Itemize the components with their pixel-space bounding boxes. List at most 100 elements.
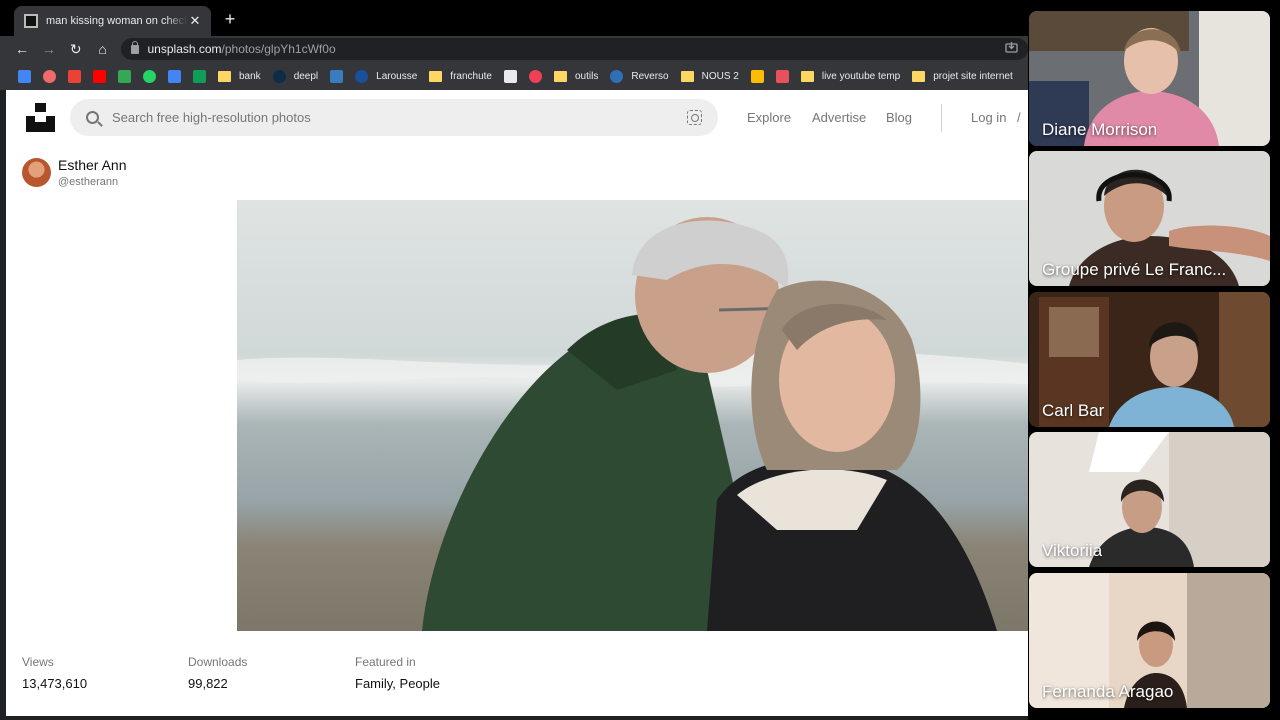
stat-views-label: Views xyxy=(22,655,54,669)
bookmark-item[interactable] xyxy=(43,66,56,86)
participant-name: Diane Morrison xyxy=(1042,120,1158,139)
stat-downloads-value: 99,822 xyxy=(188,676,228,691)
author-name[interactable]: Esther Ann xyxy=(58,157,127,173)
bookmark-item[interactable]: deepl xyxy=(272,66,319,86)
login-link[interactable]: Log in xyxy=(971,110,1006,125)
bookmark-label: NOUS 2 xyxy=(701,70,739,82)
bookmark-item[interactable] xyxy=(330,66,344,86)
participant-tile[interactable]: Fernanda Aragao xyxy=(1029,573,1270,708)
participant-name: Fernanda Aragao xyxy=(1042,682,1174,701)
forward-button[interactable]: → xyxy=(37,37,61,61)
address-bar[interactable]: unsplash.com/photos/glpYh1cWf0o xyxy=(120,38,1028,60)
bookmark-item[interactable]: franchute xyxy=(429,66,492,86)
folder-icon xyxy=(429,70,443,82)
lock-icon xyxy=(130,40,139,54)
bookmark-item[interactable]: projet site internet xyxy=(912,66,1013,86)
larousse-icon xyxy=(355,69,369,83)
participant-tile[interactable]: Viktoriia xyxy=(1029,432,1270,567)
folder-icon xyxy=(218,70,231,82)
bookmark-label: outils xyxy=(575,70,599,82)
stat-views-value: 13,473,610 xyxy=(22,676,88,691)
stat-featured-value[interactable]: Family, People xyxy=(355,676,440,691)
folder-icon xyxy=(800,70,814,82)
reload-button[interactable]: ↻ xyxy=(64,37,88,61)
bookmarks-bar: bank deepl Larousse franchute outils Reverso N… xyxy=(0,62,1028,90)
search-icon[interactable] xyxy=(86,111,99,124)
reverso-icon xyxy=(610,69,624,83)
bookmark-item[interactable] xyxy=(750,66,764,86)
tab-strip: man kissing woman on check beside body o… xyxy=(0,0,1028,36)
bookmark-item[interactable] xyxy=(168,66,181,86)
couple-photo-illustration xyxy=(237,200,1028,631)
deepl-icon xyxy=(272,69,286,83)
app-icon xyxy=(775,69,789,83)
folder-icon xyxy=(554,70,567,82)
back-button[interactable]: ← xyxy=(10,37,34,61)
bookmark-item[interactable] xyxy=(68,66,81,86)
home-button[interactable]: ⌂ xyxy=(91,37,115,61)
participant-tile[interactable]: Carl Bar xyxy=(1029,292,1270,427)
url-host: unsplash.com xyxy=(147,42,222,56)
nav-separator: / xyxy=(1017,110,1021,125)
participant-tile[interactable]: Diane Morrison xyxy=(1029,11,1270,146)
participant-tile-active-speaker[interactable]: Groupe privé Le Franc... xyxy=(1029,151,1270,286)
browser-window: man kissing woman on check beside body o… xyxy=(0,0,1028,720)
bookmark-item[interactable] xyxy=(118,66,131,86)
asana-icon xyxy=(43,69,56,83)
main-photo[interactable] xyxy=(237,200,1028,631)
docs-icon xyxy=(168,69,181,83)
nav-blog[interactable]: Blog xyxy=(886,110,912,125)
bookmark-item[interactable]: Reverso xyxy=(610,66,669,86)
search-input[interactable]: Search free high-resolution photos xyxy=(112,110,687,125)
author-handle[interactable]: @estherann xyxy=(58,176,118,188)
bookmark-item[interactable] xyxy=(18,66,31,86)
nav-divider xyxy=(941,104,942,132)
unsplash-logo-icon[interactable] xyxy=(26,103,55,132)
close-icon[interactable]: ✕ xyxy=(187,13,203,29)
bookmark-item[interactable]: outils xyxy=(554,66,598,86)
pocket-icon xyxy=(529,69,542,83)
bookmark-label: deepl xyxy=(293,70,319,82)
bookmark-item[interactable]: live youtube temp xyxy=(800,66,901,86)
youtube-icon xyxy=(93,69,106,83)
nav-explore[interactable]: Explore xyxy=(747,110,791,125)
participant-name: Carl Bar xyxy=(1042,401,1105,420)
keep-icon xyxy=(750,69,764,83)
stat-featured-label: Featured in xyxy=(355,655,416,669)
bookmark-item[interactable] xyxy=(504,66,517,86)
tab-unsplash-photo[interactable]: man kissing woman on check beside body o… xyxy=(14,6,211,36)
participant-name: Groupe privé Le Franc... xyxy=(1042,260,1227,279)
stat-downloads-label: Downloads xyxy=(188,655,248,669)
nav-advertise[interactable]: Advertise xyxy=(812,110,866,125)
bookmark-label: bank xyxy=(239,70,261,82)
gmail-icon xyxy=(68,69,81,83)
bookmark-label: Reverso xyxy=(631,70,669,82)
new-tab-button[interactable]: + xyxy=(220,8,240,30)
bookmark-item[interactable]: bank xyxy=(218,66,261,86)
page-icon xyxy=(504,69,517,83)
folder-icon xyxy=(912,70,926,82)
search-bar[interactable]: Search free high-resolution photos xyxy=(70,99,718,136)
bookmark-label: Larousse xyxy=(376,70,418,82)
bookmark-item[interactable] xyxy=(143,66,156,86)
visual-search-icon[interactable] xyxy=(687,110,702,125)
reverso-r-icon xyxy=(330,69,344,83)
folder-icon xyxy=(680,70,694,82)
sheets-icon xyxy=(193,69,206,83)
bookmark-item[interactable]: NOUS 2 xyxy=(680,66,739,86)
author-avatar[interactable] xyxy=(22,158,51,187)
bookmark-item[interactable] xyxy=(529,66,542,86)
bookmark-item[interactable] xyxy=(775,66,789,86)
tab-title: man kissing woman on check beside body o… xyxy=(46,15,187,27)
install-app-icon[interactable] xyxy=(1005,41,1018,57)
bookmark-item[interactable] xyxy=(93,66,106,86)
screen: man kissing woman on check beside body o… xyxy=(0,0,1280,720)
unsplash-favicon-icon xyxy=(24,14,38,28)
browser-toolbar: ← → ↻ ⌂ unsplash.com/photos/glpYh1cWf0o xyxy=(0,36,1028,62)
bookmark-item[interactable] xyxy=(193,66,206,86)
bookmark-label: franchute xyxy=(450,70,492,82)
drive-icon xyxy=(118,69,131,83)
participant-name: Viktoriia xyxy=(1042,541,1103,560)
bookmark-item[interactable]: Larousse xyxy=(355,66,417,86)
bookmark-label: live youtube temp xyxy=(821,70,901,82)
